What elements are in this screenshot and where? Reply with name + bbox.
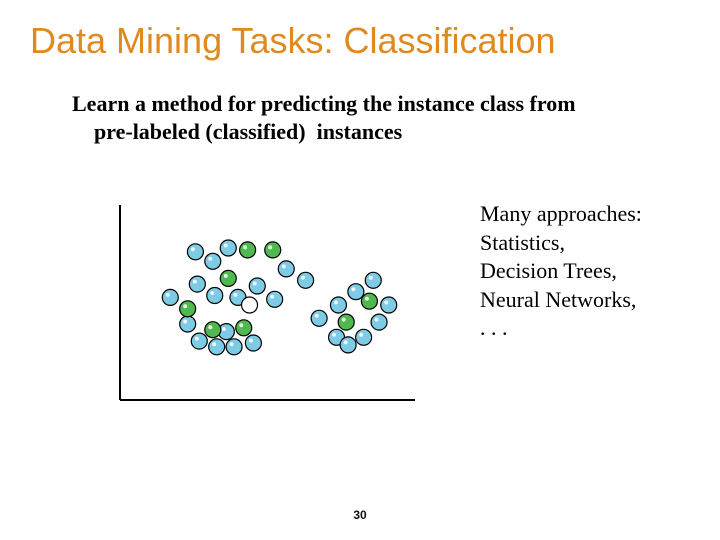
slide-title: Data Mining Tasks: Classification <box>30 20 710 62</box>
approaches-list: Many approaches: Statistics, Decision Tr… <box>480 200 700 343</box>
data-point-class-b <box>236 320 252 336</box>
data-point-class-a <box>356 329 372 345</box>
data-point-class-a <box>209 339 225 355</box>
data-point-class-a <box>187 244 203 260</box>
approaches-item: Statistics, <box>480 229 700 258</box>
data-point-class-a <box>226 339 242 355</box>
data-point-class-a <box>298 272 314 288</box>
page-number: 30 <box>0 508 720 522</box>
body-line-2: pre-labeled (classified) instances <box>72 118 652 146</box>
data-point-class-a <box>205 253 221 269</box>
data-point-class-a <box>340 337 356 353</box>
data-point-class-a <box>220 240 236 256</box>
scatter-plot <box>100 190 430 420</box>
data-point-class-a <box>180 316 196 332</box>
data-point-class-b <box>338 314 354 330</box>
data-point-class-b <box>265 242 281 258</box>
data-point-class-a <box>207 288 223 304</box>
data-point-class-b <box>180 301 196 317</box>
approaches-item: Neural Networks, <box>480 286 700 315</box>
data-point-unlabeled <box>242 297 258 313</box>
data-point-class-a <box>311 310 327 326</box>
data-point-class-b <box>361 293 377 309</box>
data-point-class-a <box>371 314 387 330</box>
data-point-class-a <box>348 284 364 300</box>
data-point-class-b <box>220 270 236 286</box>
data-point-class-a <box>381 297 397 313</box>
data-point-class-a <box>267 291 283 307</box>
data-point-class-b <box>205 322 221 338</box>
approaches-item: Decision Trees, <box>480 257 700 286</box>
approaches-item: . . . <box>480 314 700 343</box>
body-line-1: Learn a method for predicting the instan… <box>72 91 576 116</box>
slide: Data Mining Tasks: Classification Learn … <box>0 0 720 540</box>
data-point-class-a <box>245 335 261 351</box>
data-point-class-a <box>189 276 205 292</box>
slide-body: Learn a method for predicting the instan… <box>72 90 652 145</box>
approaches-heading: Many approaches: <box>480 200 700 229</box>
data-point-class-a <box>249 278 265 294</box>
data-point-class-b <box>240 242 256 258</box>
data-point-class-a <box>191 333 207 349</box>
data-point-class-a <box>162 289 178 305</box>
data-point-class-a <box>365 272 381 288</box>
data-point-class-a <box>278 261 294 277</box>
data-point-class-a <box>330 297 346 313</box>
